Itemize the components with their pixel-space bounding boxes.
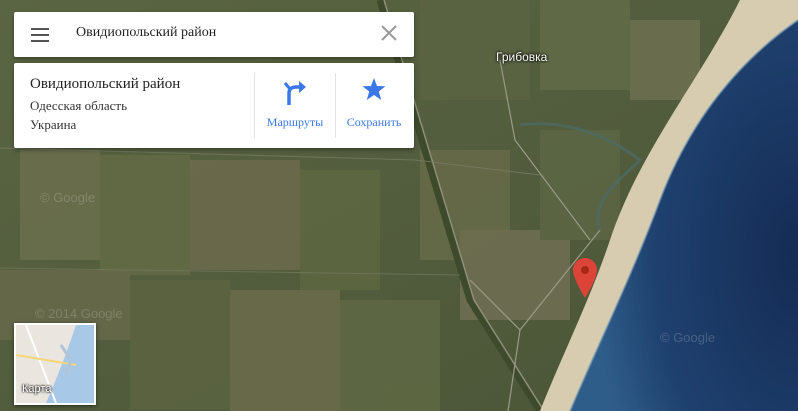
directions-icon bbox=[283, 81, 306, 105]
place-country: Украина bbox=[30, 117, 77, 132]
save-button[interactable]: Сохранить bbox=[335, 75, 413, 135]
close-icon bbox=[381, 25, 397, 41]
directions-button[interactable]: Маршруты bbox=[256, 75, 334, 135]
search-box[interactable]: Овидиопольский район bbox=[14, 12, 414, 57]
search-input[interactable]: Овидиопольский район bbox=[76, 25, 216, 41]
map-watermark: © 2014 Google bbox=[35, 306, 123, 321]
settlement-label: Грибовка bbox=[496, 50, 548, 64]
place-region: Одесская область bbox=[30, 98, 128, 113]
card-divider bbox=[254, 73, 255, 138]
star-icon bbox=[362, 78, 386, 100]
map-type-toggle[interactable]: Карта bbox=[14, 323, 96, 405]
map-watermark: © Google bbox=[40, 190, 96, 205]
menu-icon bbox=[28, 24, 52, 46]
place-card: Овидиопольский район Одесская область Ук… bbox=[14, 63, 414, 148]
map-watermark: © Google bbox=[660, 330, 716, 345]
menu-button[interactable] bbox=[28, 24, 52, 46]
directions-label: Маршруты bbox=[266, 115, 324, 129]
satellite-map[interactable] bbox=[0, 0, 798, 411]
minimap-label: Карта bbox=[22, 383, 52, 395]
clear-search-button[interactable] bbox=[378, 22, 400, 44]
map-pin-icon[interactable] bbox=[573, 258, 597, 298]
save-label: Сохранить bbox=[346, 115, 402, 129]
place-title: Овидиопольский район bbox=[30, 76, 181, 92]
